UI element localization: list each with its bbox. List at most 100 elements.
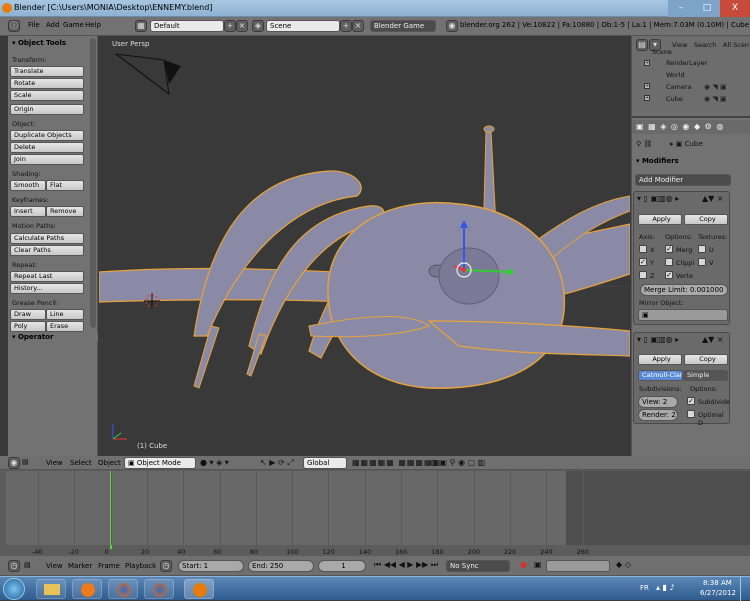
- media-player-taskbar-icon[interactable]: [72, 579, 102, 599]
- viewport-menu-select[interactable]: Select: [70, 459, 92, 467]
- clear-paths-button[interactable]: Clear Paths: [10, 245, 84, 256]
- operator-panel-title[interactable]: ▾ Operator: [12, 333, 98, 341]
- mirror-copy-button[interactable]: Copy: [684, 214, 728, 225]
- explorer-taskbar-icon[interactable]: [36, 579, 66, 599]
- axis-x-checkbox[interactable]: [639, 245, 647, 253]
- catmull-clark-button[interactable]: Catmull-Clark: [638, 370, 683, 381]
- timeline-menu-playback[interactable]: Playback: [125, 562, 156, 570]
- 3d-viewport[interactable]: User Persp (1) Cube: [99, 36, 630, 456]
- outliner-item-world[interactable]: World: [666, 71, 685, 79]
- interaction-mode-select[interactable]: ▣ Object Mode: [124, 457, 196, 469]
- translate-button[interactable]: Translate: [10, 66, 84, 77]
- keying-icons[interactable]: ▣: [534, 560, 542, 569]
- outliner-item-renderlayer[interactable]: RenderLayer: [666, 59, 707, 67]
- manipulator-icons[interactable]: ↖ ▶ ⟳ ⤢: [260, 458, 294, 468]
- smooth-button[interactable]: Smooth: [10, 180, 46, 191]
- clock-time[interactable]: 8:38 AM: [703, 579, 732, 587]
- cube-mesh[interactable]: [99, 125, 630, 389]
- outliner-item-camera[interactable]: Camera: [666, 83, 692, 91]
- tool-shelf-title[interactable]: ▾ Object Tools: [12, 39, 66, 47]
- texture-v-checkbox[interactable]: [698, 258, 706, 266]
- texture-u-checkbox[interactable]: [698, 245, 706, 253]
- menu-game[interactable]: Game: [63, 21, 84, 29]
- outliner-item-cube[interactable]: Cube: [666, 95, 683, 103]
- visibility-eye-icon[interactable]: ◉ ◥ ▣: [704, 83, 727, 91]
- subsurf-copy-button[interactable]: Copy: [684, 354, 728, 365]
- viewport-editor-icon[interactable]: ◉: [8, 457, 20, 469]
- erase-button[interactable]: Erase: [46, 321, 84, 332]
- remove-keyframe-button[interactable]: Remove: [46, 206, 84, 217]
- scene-add-icon[interactable]: +: [340, 20, 352, 32]
- timeline-track[interactable]: [6, 471, 566, 545]
- expand-icon[interactable]: +: [644, 95, 650, 101]
- record-icon[interactable]: ●: [520, 560, 527, 569]
- timeline-menu-view[interactable]: View: [46, 562, 63, 570]
- playback-controls-icon[interactable]: ⏮ ◀◀ ◀ ▶ ▶▶ ⏭: [374, 560, 438, 570]
- modifier-move-icons[interactable]: ▲▼ ×: [702, 194, 724, 203]
- view-levels-field[interactable]: View: 2: [638, 396, 678, 408]
- poly-button[interactable]: Poly: [10, 321, 46, 332]
- snap-icons[interactable]: ◍ ▣ ⚲ ◉ ▢ ▥: [430, 458, 485, 467]
- subdivide-uvs-checkbox[interactable]: ✓: [687, 397, 695, 405]
- menu-file[interactable]: File: [28, 21, 40, 29]
- outliner-item-scene[interactable]: Scene: [652, 48, 672, 56]
- history-button[interactable]: History...: [10, 283, 84, 294]
- flat-button[interactable]: Flat: [46, 180, 84, 191]
- modifier-move-icons[interactable]: ▲▼ ×: [702, 335, 724, 344]
- render-engine-select[interactable]: Blender Game: [370, 20, 436, 32]
- outliner-menu-search[interactable]: Search: [694, 41, 716, 49]
- menu-add[interactable]: Add: [46, 21, 60, 29]
- vertex-groups-checkbox[interactable]: ✓: [665, 271, 673, 279]
- add-modifier-select[interactable]: Add Modifier: [635, 174, 731, 186]
- current-frame-field[interactable]: 1: [318, 560, 366, 572]
- timeline-editor-icon[interactable]: ◷: [8, 560, 20, 572]
- modifiers-panel-title[interactable]: ▾ Modifiers: [636, 157, 679, 165]
- viewport-menu-view[interactable]: View: [46, 459, 63, 467]
- shading-mode-icon[interactable]: ● ▾ ◈ ▾: [200, 458, 229, 467]
- expand-icon[interactable]: +: [644, 60, 650, 66]
- start-frame-field[interactable]: Start: 1: [178, 560, 244, 572]
- axis-y-checkbox[interactable]: ✓: [639, 258, 647, 266]
- camera-object[interactable]: [114, 53, 181, 96]
- insert-keyframe-button[interactable]: Insert: [10, 206, 46, 217]
- line-button[interactable]: Line: [46, 309, 84, 320]
- layer-buttons-icon[interactable]: ▦▦▦▦▦ ▦▦▦▦▦: [352, 458, 441, 467]
- outliner-editor-icon[interactable]: ▤: [636, 39, 648, 51]
- modifier-header-icons[interactable]: ▾ ▯ ▣▥◍ ▸: [637, 335, 679, 344]
- menu-help[interactable]: Help: [85, 21, 101, 29]
- repeat-last-button[interactable]: Repeat Last: [10, 271, 84, 282]
- scene-field[interactable]: Scene: [266, 20, 340, 32]
- subsurf-apply-button[interactable]: Apply: [638, 354, 682, 365]
- keying-set-field[interactable]: [546, 560, 610, 572]
- scene-icon[interactable]: ◈: [252, 20, 264, 32]
- merge-limit-field[interactable]: Merge Limit: 0.001000: [640, 284, 728, 296]
- firefox-taskbar-icon[interactable]: [144, 579, 174, 599]
- outliner-filter-all-scenes[interactable]: All Scen: [723, 41, 749, 49]
- mirror-object-field[interactable]: ▣: [638, 309, 728, 321]
- scene-close-icon[interactable]: ×: [352, 20, 364, 32]
- show-desktop-button[interactable]: [740, 577, 750, 601]
- language-indicator[interactable]: FR: [640, 584, 649, 592]
- firefox-taskbar-icon[interactable]: [108, 579, 138, 599]
- render-levels-field[interactable]: Render: 2: [638, 409, 678, 421]
- rotate-button[interactable]: Rotate: [10, 78, 84, 89]
- minimize-button[interactable]: –: [668, 0, 694, 17]
- maximize-button[interactable]: □: [694, 0, 720, 17]
- tray-icons[interactable]: ▴ ▮ ♪: [656, 583, 675, 592]
- merge-checkbox[interactable]: ✓: [665, 245, 673, 253]
- properties-tab-icons[interactable]: ▣ ▦ ◈ ◎ ◉ ◆ ⚙ ◍: [636, 122, 724, 131]
- delete-button[interactable]: Delete: [10, 142, 84, 153]
- layout-close-icon[interactable]: ×: [236, 20, 248, 32]
- axis-z-checkbox[interactable]: [639, 271, 647, 279]
- visibility-eye-icon[interactable]: ◉ ◥ ▣: [704, 95, 727, 103]
- mirror-apply-button[interactable]: Apply: [638, 214, 682, 225]
- timeline-menu-marker[interactable]: Marker: [68, 562, 92, 570]
- pin-icon[interactable]: ⚲ ⛓: [636, 140, 652, 148]
- end-frame-field[interactable]: End: 250: [248, 560, 314, 572]
- close-button[interactable]: X: [720, 0, 750, 17]
- preview-range-icon[interactable]: ◷: [160, 560, 172, 572]
- viewport-menu-toggle-icon[interactable]: ▤: [22, 458, 29, 466]
- outliner-menu-view[interactable]: View: [672, 41, 687, 49]
- modifier-header-icons[interactable]: ▾ ▯ ▣▥◍ ▸: [637, 194, 679, 203]
- start-button[interactable]: [3, 578, 25, 600]
